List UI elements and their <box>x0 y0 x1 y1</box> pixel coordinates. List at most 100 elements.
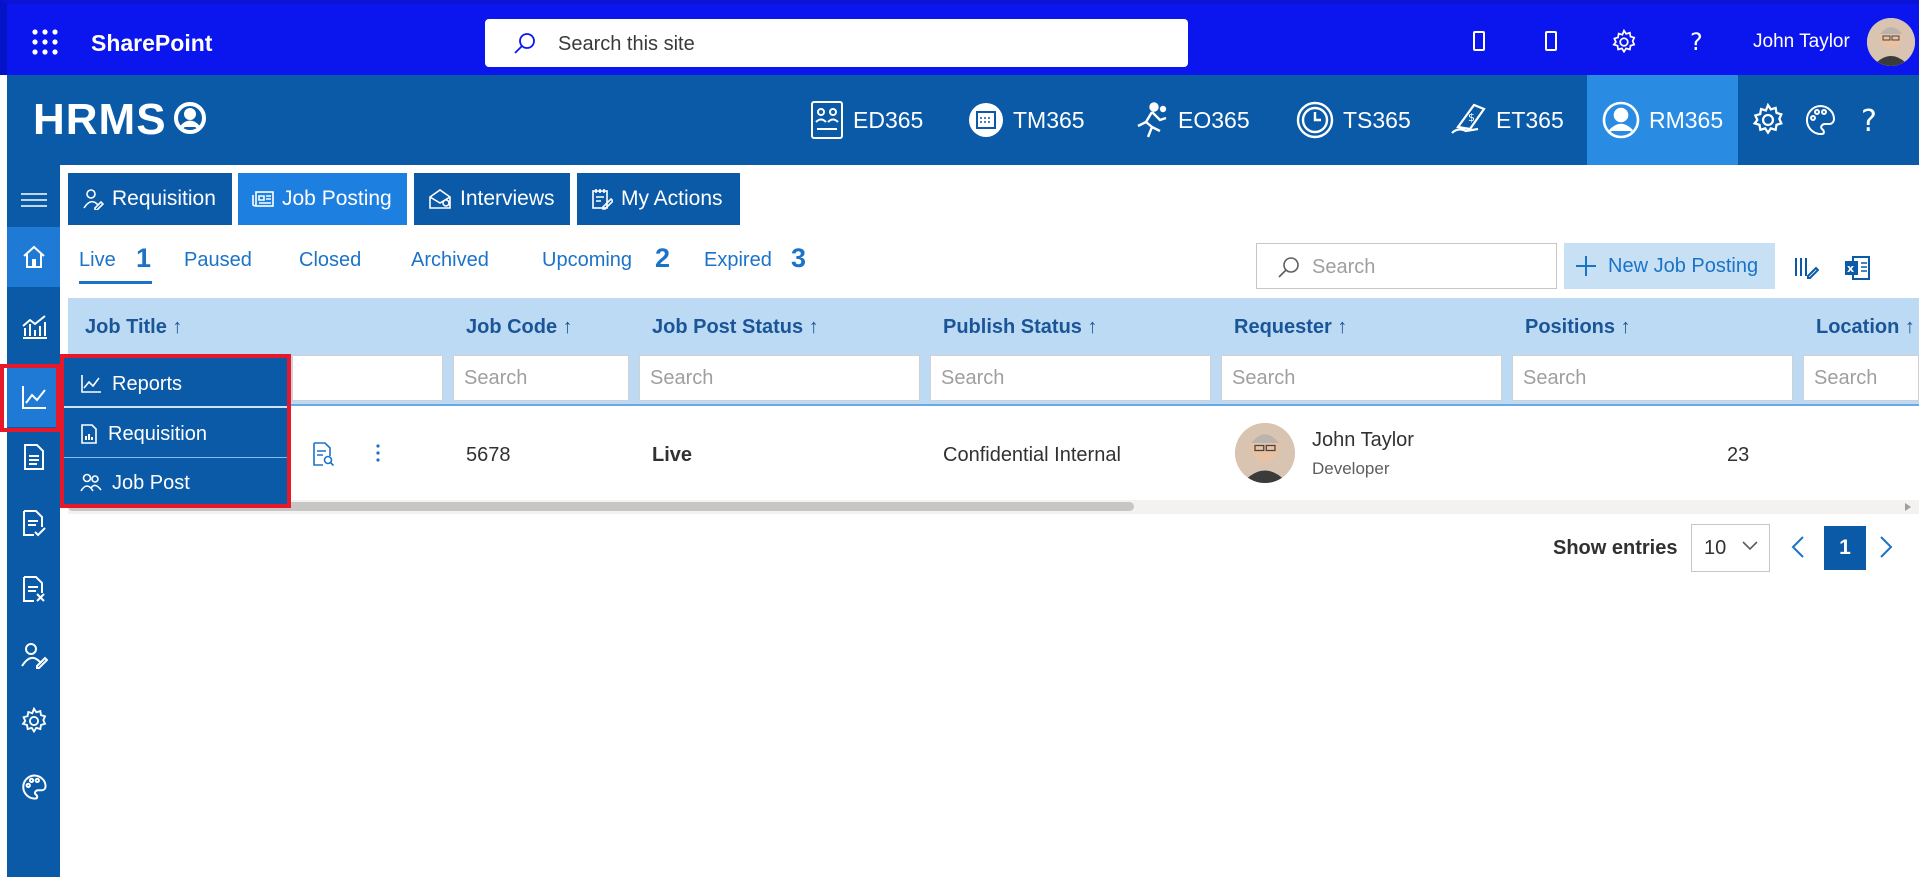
tab-label: Job Posting <box>282 187 392 210</box>
home-icon[interactable] <box>7 227 60 287</box>
page-size-select[interactable]: 10 <box>1691 524 1770 572</box>
column-options-icon[interactable] <box>1793 254 1819 280</box>
menu-divider <box>64 406 287 408</box>
report-doc-icon <box>80 424 98 444</box>
site-search-input[interactable]: Search this site <box>485 19 1188 67</box>
tab-my-actions[interactable]: My Actions <box>577 173 740 225</box>
module-label: TM365 <box>1013 106 1085 133</box>
module-label: TS365 <box>1343 106 1411 133</box>
filter-archived[interactable]: Archived <box>411 249 489 272</box>
module-tm365[interactable]: TM365 <box>953 75 1099 165</box>
tab-job-posting[interactable]: Job Posting <box>238 173 407 225</box>
mail-person-icon <box>428 188 452 210</box>
person-edit-icon[interactable] <box>7 625 60 685</box>
job-code-cell: 5678 <box>466 444 511 466</box>
tab-label: My Actions <box>621 187 723 210</box>
job-posting-search-input[interactable]: Search <box>1256 243 1557 289</box>
menu-toggle-icon[interactable] <box>7 170 60 230</box>
scroll-right-arrow-icon[interactable] <box>1904 502 1912 512</box>
positions-filter[interactable]: Search <box>1512 355 1793 401</box>
settings-gear-icon[interactable] <box>1611 29 1636 54</box>
view-details-icon[interactable] <box>311 441 335 467</box>
publish-status-filter[interactable]: Search <box>930 355 1211 401</box>
filter-expired[interactable]: Expired <box>704 249 772 272</box>
reports-nav-highlight <box>0 364 60 432</box>
positions-cell: 23 <box>1727 444 1750 466</box>
hrms-header: HRMS ED365 TM365 EO365 TS365 $ ET365 RM3… <box>7 75 1919 165</box>
column-job-post-status[interactable]: Job Post Status ↑ <box>652 316 819 339</box>
document-delete-icon[interactable] <box>7 559 60 619</box>
next-page-icon[interactable] <box>1879 536 1893 558</box>
people-icon <box>80 473 102 493</box>
location-filter[interactable]: Search <box>1803 355 1919 401</box>
chevron-down-icon <box>1742 541 1758 551</box>
requester-name[interactable]: John Taylor <box>1312 429 1414 452</box>
sidebar-settings-icon[interactable] <box>7 691 60 751</box>
module-et365[interactable]: $ ET365 <box>1434 75 1578 165</box>
module-ed365[interactable]: ED365 <box>795 75 937 165</box>
recruitment-icon <box>1601 100 1641 140</box>
show-entries-label: Show entries <box>1553 537 1678 559</box>
publish-status-cell: Confidential Internal <box>943 444 1121 466</box>
job-code-filter[interactable]: Search <box>453 355 629 401</box>
theme-palette-icon[interactable] <box>1803 103 1837 137</box>
job-title-filter[interactable] <box>292 355 443 401</box>
document-icon[interactable] <box>7 427 60 487</box>
user-avatar[interactable] <box>1867 18 1915 66</box>
sidebar-palette-icon[interactable] <box>7 757 60 817</box>
line-chart-icon <box>80 374 102 394</box>
tab-label: Requisition <box>112 187 216 210</box>
device-icon[interactable] <box>1467 29 1491 53</box>
svg-text:$: $ <box>1468 111 1475 124</box>
column-location[interactable]: Location ↑ <box>1816 316 1915 339</box>
requester-avatar[interactable] <box>1235 423 1295 483</box>
excel-export-icon[interactable]: x <box>1843 254 1870 280</box>
hrms-logo-icon <box>173 101 207 135</box>
analytics-icon[interactable] <box>7 297 60 357</box>
module-ts365[interactable]: TS365 <box>1281 75 1425 165</box>
mobile-icon[interactable] <box>1539 29 1563 53</box>
row-more-icon[interactable] <box>374 443 382 465</box>
requester-role: Developer <box>1312 459 1390 478</box>
expired-count: 3 <box>791 243 807 273</box>
user-name[interactable]: John Taylor <box>1753 31 1850 53</box>
module-rm365[interactable]: RM365 <box>1587 75 1738 165</box>
document-check-icon[interactable] <box>7 493 60 553</box>
app-launcher-icon[interactable] <box>31 28 59 56</box>
column-job-title[interactable]: Job Title ↑ <box>85 316 182 339</box>
header-divider <box>68 404 1919 406</box>
hrms-settings-icon[interactable] <box>1751 103 1785 137</box>
previous-page-icon[interactable] <box>1791 536 1805 558</box>
search-icon <box>513 32 537 56</box>
column-job-code[interactable]: Job Code ↑ <box>466 316 573 339</box>
page-1-button[interactable]: 1 <box>1824 526 1866 570</box>
requester-filter[interactable]: Search <box>1221 355 1502 401</box>
active-filter-indicator <box>79 281 152 284</box>
column-positions[interactable]: Positions ↑ <box>1525 316 1631 339</box>
menu-item-requisition[interactable]: Requisition <box>64 410 287 458</box>
job-post-status-cell: Live <box>652 444 693 466</box>
timesheet-icon <box>1295 100 1335 140</box>
filter-live[interactable]: Live <box>79 249 116 272</box>
tab-interviews[interactable]: Interviews <box>414 173 570 225</box>
menu-item-label: Requisition <box>108 422 207 445</box>
column-requester[interactable]: Requester ↑ <box>1234 316 1347 339</box>
column-publish-status[interactable]: Publish Status ↑ <box>943 316 1097 339</box>
svg-text:?: ? <box>1690 29 1703 55</box>
left-nav <box>7 165 60 877</box>
filter-closed[interactable]: Closed <box>299 249 361 272</box>
menu-item-job-post[interactable]: Job Post <box>64 459 287 507</box>
job-post-status-filter[interactable]: Search <box>639 355 920 401</box>
new-job-posting-button[interactable]: New Job Posting <box>1564 243 1775 289</box>
hrms-help-icon[interactable]: ? <box>1855 103 1889 137</box>
app-name[interactable]: SharePoint <box>91 30 212 57</box>
filter-upcoming[interactable]: Upcoming <box>542 249 632 272</box>
help-icon[interactable]: ? <box>1684 29 1708 55</box>
tab-requisition[interactable]: Requisition <box>68 173 232 225</box>
menu-item-reports[interactable]: Reports <box>64 360 287 408</box>
hrms-logo[interactable]: HRMS <box>33 95 167 145</box>
module-eo365[interactable]: EO365 <box>1118 75 1264 165</box>
svg-text:?: ? <box>1861 104 1877 137</box>
expense-icon: $ <box>1448 101 1488 139</box>
filter-paused[interactable]: Paused <box>184 249 252 272</box>
